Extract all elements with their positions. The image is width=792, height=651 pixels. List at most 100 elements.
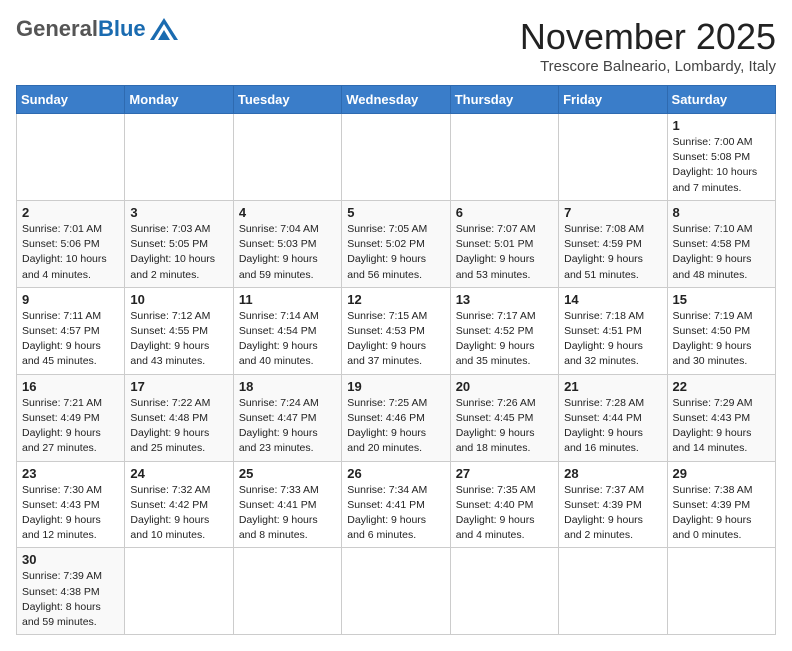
calendar-cell: 20 Sunrise: 7:26 AM Sunset: 4:45 PM Dayli… <box>450 374 558 461</box>
day-info: Sunrise: 7:12 AM Sunset: 4:55 PM Dayligh… <box>130 309 227 370</box>
day-info: Sunrise: 7:03 AM Sunset: 5:05 PM Dayligh… <box>130 222 227 283</box>
calendar-cell: 6Sunrise: 7:07 AM Sunset: 5:01 PM Daylig… <box>450 200 558 287</box>
day-info: Sunrise: 7:25 AM Sunset: 4:46 PM Dayligh… <box>347 396 444 457</box>
day-number: 23 <box>22 466 119 481</box>
day-info: Sunrise: 7:26 AM Sunset: 4:45 PM Dayligh… <box>456 396 553 457</box>
day-info: Sunrise: 7:22 AM Sunset: 4:48 PM Dayligh… <box>130 396 227 457</box>
calendar-cell: 29 Sunrise: 7:38 AM Sunset: 4:39 PM Dayli… <box>667 461 775 548</box>
logo-general-text: General <box>16 16 98 42</box>
calendar-cell: 1Sunrise: 7:00 AM Sunset: 5:08 PM Daylig… <box>667 114 775 201</box>
day-info: Sunrise: 7:38 AM Sunset: 4:39 PM Dayligh… <box>673 483 770 544</box>
day-header-saturday: Saturday <box>667 86 775 114</box>
day-info: Sunrise: 7:15 AM Sunset: 4:53 PM Dayligh… <box>347 309 444 370</box>
day-header-thursday: Thursday <box>450 86 558 114</box>
title-area: November 2025 Trescore Balneario, Lombar… <box>520 16 776 75</box>
day-number: 18 <box>239 379 336 394</box>
day-number: 30 <box>22 552 119 567</box>
day-info: Sunrise: 7:24 AM Sunset: 4:47 PM Dayligh… <box>239 396 336 457</box>
day-info: Sunrise: 7:39 AM Sunset: 4:38 PM Dayligh… <box>22 569 119 630</box>
day-info: Sunrise: 7:21 AM Sunset: 4:49 PM Dayligh… <box>22 396 119 457</box>
calendar-cell: 19 Sunrise: 7:25 AM Sunset: 4:46 PM Dayli… <box>342 374 450 461</box>
day-header-monday: Monday <box>125 86 233 114</box>
day-info: Sunrise: 7:05 AM Sunset: 5:02 PM Dayligh… <box>347 222 444 283</box>
calendar-cell: 16 Sunrise: 7:21 AM Sunset: 4:49 PM Dayli… <box>17 374 125 461</box>
day-number: 14 <box>564 292 661 307</box>
day-number: 27 <box>456 466 553 481</box>
day-info: Sunrise: 7:34 AM Sunset: 4:41 PM Dayligh… <box>347 483 444 544</box>
week-row-2: 2Sunrise: 7:01 AM Sunset: 5:06 PM Daylig… <box>17 200 776 287</box>
day-info: Sunrise: 7:30 AM Sunset: 4:43 PM Dayligh… <box>22 483 119 544</box>
calendar-cell: 28 Sunrise: 7:37 AM Sunset: 4:39 PM Dayli… <box>559 461 667 548</box>
day-info: Sunrise: 7:18 AM Sunset: 4:51 PM Dayligh… <box>564 309 661 370</box>
day-number: 26 <box>347 466 444 481</box>
calendar-cell: 30 Sunrise: 7:39 AM Sunset: 4:38 PM Dayli… <box>17 548 125 635</box>
week-row-5: 23 Sunrise: 7:30 AM Sunset: 4:43 PM Dayli… <box>17 461 776 548</box>
calendar-cell <box>559 548 667 635</box>
calendar-cell: 14 Sunrise: 7:18 AM Sunset: 4:51 PM Dayli… <box>559 287 667 374</box>
calendar-table: SundayMondayTuesdayWednesdayThursdayFrid… <box>16 85 776 635</box>
day-number: 21 <box>564 379 661 394</box>
day-number: 25 <box>239 466 336 481</box>
calendar-cell <box>559 114 667 201</box>
day-headers-row: SundayMondayTuesdayWednesdayThursdayFrid… <box>17 86 776 114</box>
day-number: 20 <box>456 379 553 394</box>
calendar-cell: 10 Sunrise: 7:12 AM Sunset: 4:55 PM Dayli… <box>125 287 233 374</box>
day-number: 6 <box>456 205 553 220</box>
calendar-cell: 17Sunrise: 7:22 AM Sunset: 4:48 PM Dayli… <box>125 374 233 461</box>
calendar-cell: 8Sunrise: 7:10 AM Sunset: 4:58 PM Daylig… <box>667 200 775 287</box>
day-number: 16 <box>22 379 119 394</box>
day-number: 4 <box>239 205 336 220</box>
day-number: 22 <box>673 379 770 394</box>
location: Trescore Balneario, Lombardy, Italy <box>520 58 776 75</box>
calendar-cell <box>667 548 775 635</box>
calendar-cell <box>233 114 341 201</box>
day-number: 19 <box>347 379 444 394</box>
day-info: Sunrise: 7:29 AM Sunset: 4:43 PM Dayligh… <box>673 396 770 457</box>
day-number: 13 <box>456 292 553 307</box>
day-number: 5 <box>347 205 444 220</box>
calendar-cell <box>125 548 233 635</box>
day-info: Sunrise: 7:11 AM Sunset: 4:57 PM Dayligh… <box>22 309 119 370</box>
calendar-cell: 25 Sunrise: 7:33 AM Sunset: 4:41 PM Dayli… <box>233 461 341 548</box>
day-number: 24 <box>130 466 227 481</box>
calendar-cell: 26 Sunrise: 7:34 AM Sunset: 4:41 PM Dayli… <box>342 461 450 548</box>
day-number: 3 <box>130 205 227 220</box>
logo-icon <box>150 18 178 40</box>
calendar-cell: 9 Sunrise: 7:11 AM Sunset: 4:57 PM Daylig… <box>17 287 125 374</box>
calendar-cell: 12 Sunrise: 7:15 AM Sunset: 4:53 PM Dayli… <box>342 287 450 374</box>
day-number: 2 <box>22 205 119 220</box>
header: General Blue November 2025 Trescore Baln… <box>16 16 776 75</box>
day-number: 1 <box>673 118 770 133</box>
calendar-cell <box>17 114 125 201</box>
day-info: Sunrise: 7:17 AM Sunset: 4:52 PM Dayligh… <box>456 309 553 370</box>
calendar-cell <box>450 548 558 635</box>
day-info: Sunrise: 7:14 AM Sunset: 4:54 PM Dayligh… <box>239 309 336 370</box>
day-number: 7 <box>564 205 661 220</box>
calendar-cell: 7Sunrise: 7:08 AM Sunset: 4:59 PM Daylig… <box>559 200 667 287</box>
day-header-tuesday: Tuesday <box>233 86 341 114</box>
day-info: Sunrise: 7:37 AM Sunset: 4:39 PM Dayligh… <box>564 483 661 544</box>
calendar-cell: 21Sunrise: 7:28 AM Sunset: 4:44 PM Dayli… <box>559 374 667 461</box>
calendar-cell: 3 Sunrise: 7:03 AM Sunset: 5:05 PM Daylig… <box>125 200 233 287</box>
day-header-wednesday: Wednesday <box>342 86 450 114</box>
calendar-cell: 5 Sunrise: 7:05 AM Sunset: 5:02 PM Daylig… <box>342 200 450 287</box>
day-number: 9 <box>22 292 119 307</box>
month-title: November 2025 <box>520 16 776 58</box>
day-number: 28 <box>564 466 661 481</box>
calendar-cell: 4Sunrise: 7:04 AM Sunset: 5:03 PM Daylig… <box>233 200 341 287</box>
day-info: Sunrise: 7:35 AM Sunset: 4:40 PM Dayligh… <box>456 483 553 544</box>
day-number: 10 <box>130 292 227 307</box>
calendar-cell <box>342 548 450 635</box>
calendar-cell: 13 Sunrise: 7:17 AM Sunset: 4:52 PM Dayli… <box>450 287 558 374</box>
calendar-cell: 24Sunrise: 7:32 AM Sunset: 4:42 PM Dayli… <box>125 461 233 548</box>
calendar-cell: 11 Sunrise: 7:14 AM Sunset: 4:54 PM Dayli… <box>233 287 341 374</box>
day-info: Sunrise: 7:10 AM Sunset: 4:58 PM Dayligh… <box>673 222 770 283</box>
calendar-cell: 22 Sunrise: 7:29 AM Sunset: 4:43 PM Dayli… <box>667 374 775 461</box>
day-number: 12 <box>347 292 444 307</box>
logo: General Blue <box>16 16 178 42</box>
day-number: 11 <box>239 292 336 307</box>
day-number: 29 <box>673 466 770 481</box>
week-row-3: 9 Sunrise: 7:11 AM Sunset: 4:57 PM Daylig… <box>17 287 776 374</box>
calendar-cell: 27 Sunrise: 7:35 AM Sunset: 4:40 PM Dayli… <box>450 461 558 548</box>
day-info: Sunrise: 7:33 AM Sunset: 4:41 PM Dayligh… <box>239 483 336 544</box>
